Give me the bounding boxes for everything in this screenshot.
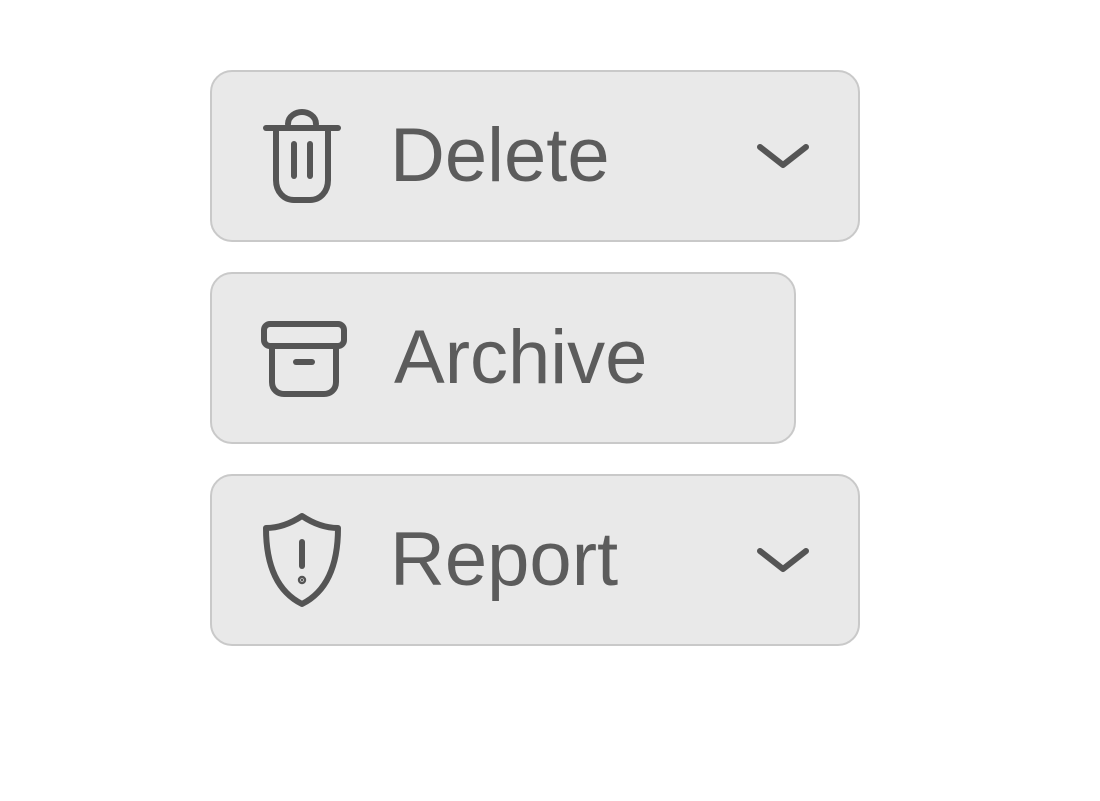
action-button-stack: Delete Archive [210, 70, 860, 646]
report-label: Report [390, 522, 754, 598]
report-button[interactable]: Report [210, 474, 860, 646]
trash-icon [258, 108, 346, 204]
archive-label: Archive [394, 320, 748, 396]
delete-label: Delete [390, 118, 754, 194]
chevron-down-icon [754, 543, 812, 577]
chevron-down-icon [754, 139, 812, 173]
delete-button[interactable]: Delete [210, 70, 860, 242]
shield-alert-icon [258, 510, 346, 610]
archive-button[interactable]: Archive [210, 272, 796, 444]
archive-box-icon [258, 316, 350, 400]
